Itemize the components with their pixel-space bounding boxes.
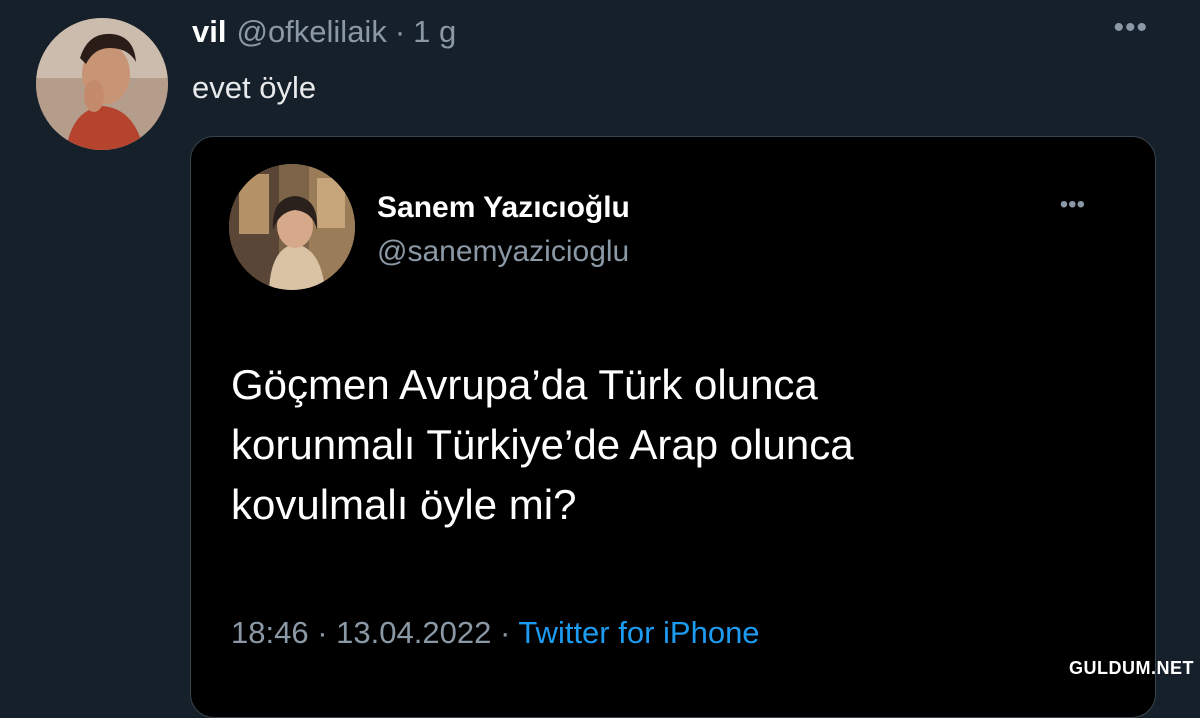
tweet-header: vil @ofkelilaik · 1 g [192,14,456,60]
quoted-text-line: Göçmen Avrupa’da Türk olunca [231,361,818,408]
quoted-tweet-text: Göçmen Avrupa’da Türk olunca korunmalı T… [231,355,1131,535]
quoted-author-display-name[interactable]: Sanem Yazıcıoğlu [377,191,630,225]
author-handle[interactable]: @ofkelilaik [236,14,386,50]
tweet[interactable]: vil @ofkelilaik · 1 g ••• evet öyle Sane… [0,0,1200,718]
tweet-source-link[interactable]: Twitter for iPhone [518,615,759,650]
separator-dot: · [317,615,328,650]
quoted-tweet-meta: 18:46 · 13.04.2022 · Twitter for iPhone [231,615,760,651]
quoted-tweet-time[interactable]: 18:46 [231,615,309,650]
separator-dot: · [394,14,406,49]
avatar-image [36,18,168,150]
separator-dot: · [499,615,511,650]
quoted-text-line: kovulmalı öyle mi? [231,481,577,528]
more-dots-icon[interactable]: ••• [1060,193,1085,217]
quoted-author-avatar[interactable] [229,164,355,290]
quoted-tweet-date[interactable]: 13.04.2022 [336,615,491,650]
avatar-image [229,164,355,290]
more-dots-icon[interactable]: ••• [1113,13,1148,43]
quoted-text-line: korunmalı Türkiye’de Arap olunca [231,421,854,468]
quoted-author-handle[interactable]: @sanemyazicioglu [377,235,629,269]
quoted-tweet-card[interactable]: Sanem Yazıcıoğlu @sanemyazicioglu ••• Gö… [190,136,1156,718]
author-avatar[interactable] [36,18,168,150]
watermark: GULDUM.NET [1069,658,1194,678]
tweet-time[interactable]: 1 g [413,14,456,50]
tweet-text: evet öyle [192,70,317,105]
author-display-name[interactable]: vil [192,14,226,50]
